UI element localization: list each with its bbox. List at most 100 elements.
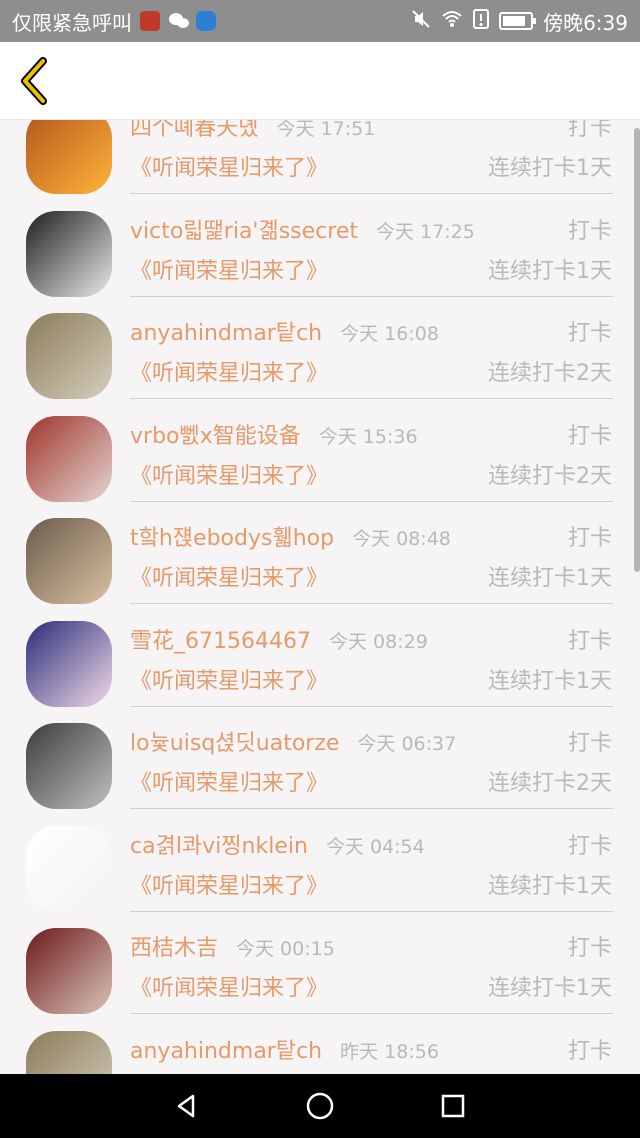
row-divider bbox=[130, 603, 613, 604]
user-name-text: 雪花_671564467 bbox=[130, 629, 311, 654]
status-time: 傍晚6:39 bbox=[543, 10, 628, 35]
avatar[interactable] bbox=[26, 621, 112, 707]
checkin-list[interactable]: 四个뗴春天뎼 今天 17:51 打卡 《听闻荣星归来了》 连续打卡1天 victo릷땙ri… bbox=[0, 120, 640, 1074]
checkin-tag: 打卡 bbox=[567, 834, 612, 859]
streak-count: 连续打卡1天 bbox=[488, 976, 612, 1001]
post-time: 今天 06:37 bbox=[357, 733, 457, 755]
scrollbar[interactable] bbox=[634, 128, 640, 572]
user-name[interactable]: victo릷땙ria'곎ssecret 今天 17:25 bbox=[130, 213, 475, 245]
book-title-link[interactable]: 《听闻荣星归来了》 bbox=[130, 560, 328, 592]
user-name[interactable]: 四个뗴春天뎼 今天 17:51 bbox=[130, 120, 375, 142]
avatar[interactable] bbox=[26, 1031, 112, 1074]
post-time: 今天 17:51 bbox=[276, 120, 376, 140]
checkin-tag: 打卡 bbox=[567, 219, 612, 244]
avatar[interactable] bbox=[26, 120, 112, 194]
top-nav-bar bbox=[0, 42, 640, 120]
book-title-link[interactable]: 《听闻荣星归来了》 bbox=[130, 868, 328, 900]
list-item[interactable]: anyahindmar탙ch昨天 18:56打卡《听闻荣星归来了》 bbox=[0, 1031, 640, 1074]
checkin-tag: 打卡 bbox=[567, 731, 612, 756]
checkin-tag: 打卡 bbox=[567, 321, 612, 346]
mute-icon bbox=[411, 9, 431, 34]
user-name-text: 四个뗴春天뎼 bbox=[130, 120, 259, 141]
wechat-icon bbox=[168, 11, 189, 31]
checkin-tag: 打卡 bbox=[567, 120, 612, 141]
post-time: 今天 08:48 bbox=[352, 528, 451, 550]
avatar[interactable] bbox=[26, 723, 112, 809]
user-name-text: t핰h쟩ebodys휇hop bbox=[130, 526, 335, 551]
row-divider bbox=[130, 706, 613, 707]
book-title-link[interactable]: 《听闻荣星归来了》 bbox=[130, 458, 328, 490]
streak-count: 连续打卡2天 bbox=[488, 464, 612, 489]
streak-count: 连续打卡1天 bbox=[488, 669, 612, 694]
user-name-text: victo릷땙ria'곎ssecret bbox=[130, 219, 358, 244]
avatar[interactable] bbox=[26, 518, 112, 604]
user-name-text: lo늋uisq셙딧uatorze bbox=[130, 731, 340, 756]
user-name[interactable]: lo늋uisq셙딧uatorze 今天 06:37 bbox=[130, 725, 456, 757]
checkin-tag: 打卡 bbox=[567, 629, 612, 654]
book-title-link[interactable]: 《听闻荣星归来了》 bbox=[130, 970, 328, 1002]
list-item[interactable]: victo릷땙ria'곎ssecret 今天 17:25 打卡《听闻荣星归来了》 连续… bbox=[0, 211, 640, 314]
post-time: 今天 04:54 bbox=[325, 836, 425, 858]
streak-count: 连续打卡2天 bbox=[488, 771, 612, 796]
avatar[interactable] bbox=[26, 211, 112, 297]
streak-count: 连续打卡1天 bbox=[488, 566, 612, 591]
user-name-text: 西桔木吉 bbox=[130, 936, 219, 961]
browser-icon bbox=[196, 11, 216, 31]
list-item[interactable]: lo늋uisq셙딧uatorze 今天 06:37 打卡《听闻荣星归来了》 连续打卡2… bbox=[0, 723, 640, 826]
row-divider bbox=[130, 296, 613, 297]
checkin-tag: 打卡 bbox=[567, 1039, 612, 1064]
avatar[interactable] bbox=[26, 313, 112, 399]
recents-square-icon bbox=[442, 1094, 465, 1118]
user-name[interactable]: ca겱l콰vi찡nklein 今天 04:54 bbox=[130, 828, 425, 860]
checkin-tag: 打卡 bbox=[567, 526, 612, 551]
notification-app-icon bbox=[140, 11, 160, 31]
list-item[interactable]: ca겱l콰vi찡nklein 今天 04:54 打卡 《听闻荣星归来了》 连续打卡1天 bbox=[0, 826, 640, 929]
list-item[interactable]: anyahindmar탙ch 今天 16:08 打卡《听闻荣星归来了》 连续打卡2天 bbox=[0, 313, 640, 416]
book-title-link[interactable]: 《听闻荣星归来了》 bbox=[130, 253, 328, 285]
home-circle-button[interactable] bbox=[298, 1084, 342, 1128]
list-item[interactable]: 雪花_671564467 今天 08:29 打卡《听闻荣星归来了》 连续打卡1天 bbox=[0, 621, 640, 724]
row-divider bbox=[130, 398, 613, 399]
user-name-text: anyahindmar탙ch bbox=[130, 1039, 323, 1064]
post-time: 今天 16:08 bbox=[340, 323, 439, 345]
status-right: 傍晚6:39 bbox=[411, 7, 628, 36]
wifi-icon bbox=[441, 9, 463, 33]
book-title-link[interactable]: 《听闻荣星归来了》 bbox=[130, 150, 328, 182]
book-title-link[interactable]: 《听闻荣星归来了》 bbox=[130, 355, 328, 387]
avatar[interactable] bbox=[26, 416, 112, 502]
user-name[interactable]: anyahindmar탙ch 昨天 18:56 bbox=[130, 1033, 439, 1065]
streak-count: 连续打卡1天 bbox=[488, 259, 612, 284]
book-title-link[interactable]: 《听闻荣星归来了》 bbox=[130, 663, 328, 695]
status-carrier-text: 仅限紧急呼叫 bbox=[12, 10, 132, 35]
post-time: 今天 17:25 bbox=[376, 221, 475, 243]
post-time: 今天 00:15 bbox=[236, 938, 335, 960]
row-divider bbox=[130, 193, 613, 194]
back-button[interactable] bbox=[12, 54, 56, 108]
back-triangle-button[interactable] bbox=[165, 1084, 209, 1128]
status-bar: 仅限紧急呼叫 傍晚6:39 bbox=[0, 0, 640, 42]
user-name[interactable]: anyahindmar탙ch 今天 16:08 bbox=[130, 315, 439, 347]
list-item[interactable]: 西桔木吉 今天 00:15 打卡 《听闻荣星归来了》 连续打卡1天 bbox=[0, 928, 640, 1031]
list-item[interactable]: t핰h쟩ebodys휇hop 今天 08:48 打卡《听闻荣星归来了》 连续打卡1天 bbox=[0, 518, 640, 621]
list-item[interactable]: 四个뗴春天뎼 今天 17:51 打卡《听闻荣星归来了》 连续打卡1天 bbox=[0, 120, 640, 211]
row-divider bbox=[130, 1013, 613, 1014]
battery-icon bbox=[499, 12, 537, 30]
user-name[interactable]: 雪花_671564467 今天 08:29 bbox=[130, 623, 428, 655]
row-divider bbox=[130, 808, 613, 809]
streak-count: 连续打卡2天 bbox=[488, 361, 612, 386]
post-time: 今天 15:36 bbox=[318, 426, 418, 448]
user-name[interactable]: t핰h쟩ebodys휇hop 今天 08:48 bbox=[130, 520, 451, 552]
streak-count: 连续打卡1天 bbox=[488, 156, 612, 181]
avatar[interactable] bbox=[26, 928, 112, 1014]
user-name[interactable]: 西桔木吉 今天 00:15 bbox=[130, 930, 335, 962]
back-triangle-icon bbox=[177, 1094, 194, 1118]
row-divider bbox=[130, 501, 613, 502]
user-name-text: vrbo뻸x智能设备 bbox=[130, 424, 301, 449]
avatar[interactable] bbox=[26, 826, 112, 912]
chevron-left-icon bbox=[21, 57, 47, 105]
recents-square-button[interactable] bbox=[431, 1084, 475, 1128]
user-name[interactable]: vrbo뻸x智能设备 今天 15:36 bbox=[130, 418, 418, 450]
list-item[interactable]: vrbo뻸x智能设备 今天 15:36 打卡 《听闻荣星归来了》 连续打卡2天 bbox=[0, 416, 640, 519]
home-circle-icon bbox=[306, 1092, 334, 1120]
book-title-link[interactable]: 《听闻荣星归来了》 bbox=[130, 765, 328, 797]
